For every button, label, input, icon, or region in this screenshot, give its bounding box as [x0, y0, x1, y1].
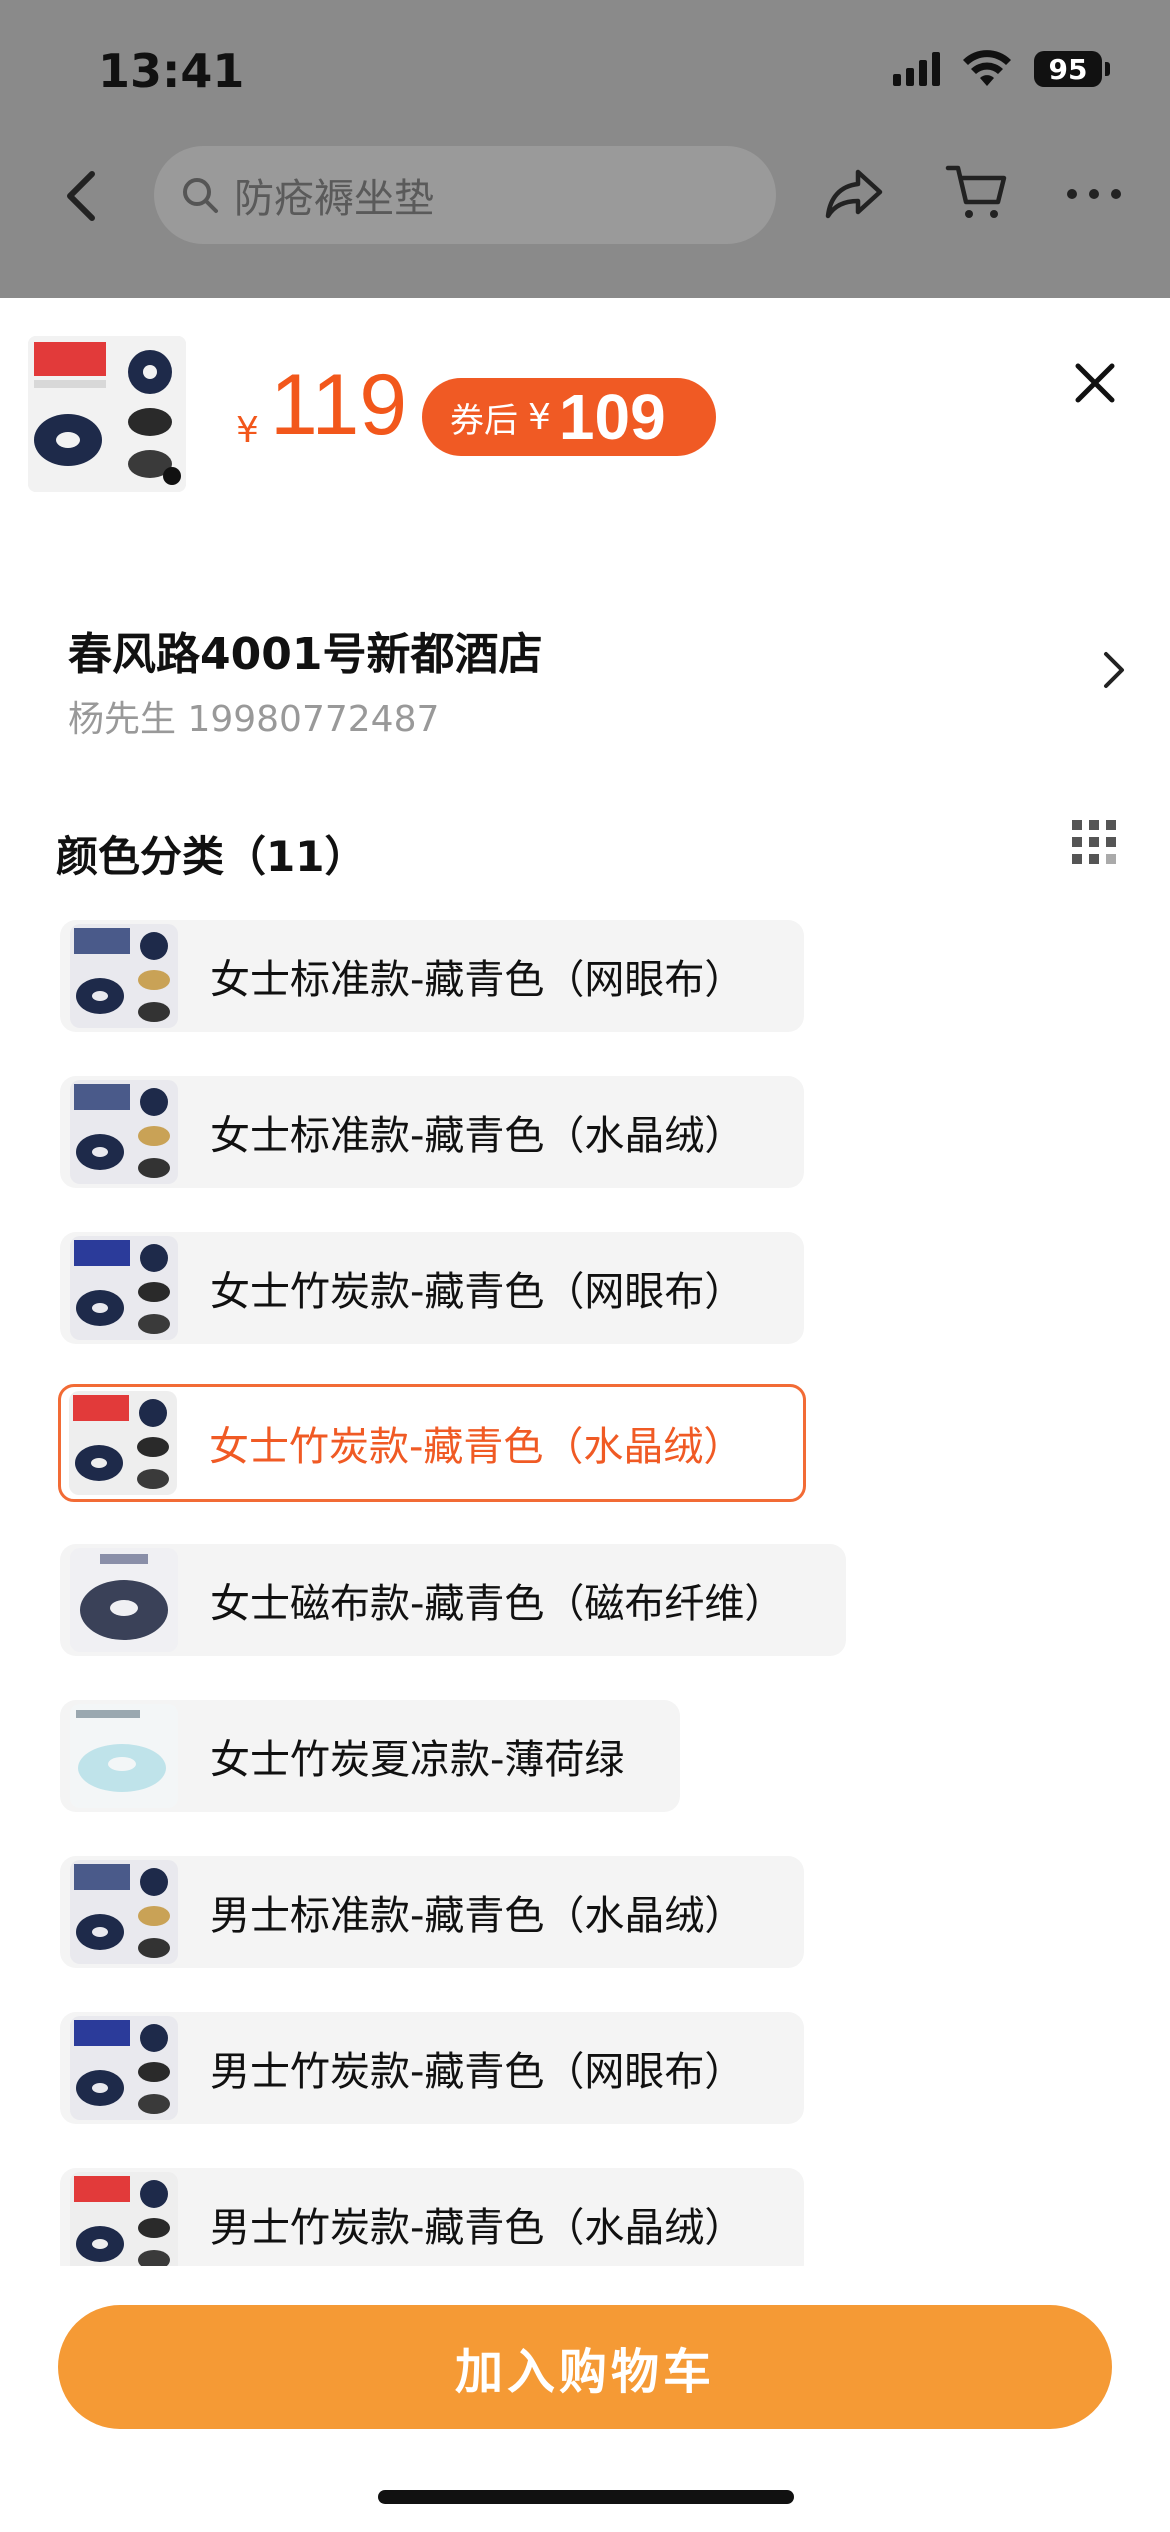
- nav-bar: 防疮褥坐垫: [0, 140, 1170, 250]
- coupon-price-badge: 券后 ¥ 109: [422, 378, 716, 456]
- product-thumbnail[interactable]: [28, 336, 186, 492]
- option-thumbnail: [70, 1704, 178, 1808]
- option-thumbnail: [70, 1548, 178, 1652]
- contact-line: 杨先生 19980772487: [68, 699, 440, 740]
- background-page: 13:41 95 防疮褥坐垫: [0, 0, 1170, 310]
- home-indicator: [378, 2490, 794, 2504]
- option-women-standard-crystal[interactable]: 女士标准款-藏青色（水晶绒）: [60, 1076, 804, 1188]
- status-time: 13:41: [98, 44, 245, 98]
- option-thumbnail: [70, 1236, 178, 1340]
- address-line: 春风路4001号新都酒店: [68, 629, 543, 680]
- option-men-bamboo-crystal[interactable]: 男士竹炭款-藏青色（水晶绒）: [60, 2168, 804, 2266]
- close-icon[interactable]: [1072, 360, 1118, 406]
- option-label: 女士竹炭款-藏青色（网眼布）: [210, 1269, 745, 1315]
- grid-view-icon[interactable]: [1070, 818, 1118, 866]
- option-thumbnail: [70, 1080, 178, 1184]
- option-label: 男士竹炭款-藏青色（网眼布）: [210, 2049, 745, 2095]
- cellular-signal-icon: [893, 52, 940, 86]
- option-label: 男士竹炭款-藏青色（水晶绒）: [210, 2205, 745, 2251]
- back-arrow-icon[interactable]: [56, 164, 106, 228]
- option-men-bamboo-mesh[interactable]: 男士竹炭款-藏青色（网眼布）: [60, 2012, 804, 2124]
- status-icons: 95: [893, 50, 1110, 88]
- search-input[interactable]: 防疮褥坐垫: [154, 146, 776, 244]
- sku-selector-sheet: ¥ 119 券后 ¥ 109 春风路4001号新都酒店 杨先生 19980772…: [0, 298, 1170, 2532]
- add-to-cart-button[interactable]: 加入购物车: [58, 2305, 1112, 2429]
- option-women-standard-mesh[interactable]: 女士标准款-藏青色（网眼布）: [60, 920, 804, 1032]
- option-label: 女士竹炭夏凉款-薄荷绿: [210, 1737, 625, 1783]
- search-placeholder: 防疮褥坐垫: [234, 176, 434, 222]
- option-label: 女士磁布款-藏青色（磁布纤维）: [210, 1581, 785, 1627]
- coupon-currency: ¥: [528, 396, 551, 438]
- option-women-bamboo-mesh[interactable]: 女士竹炭款-藏青色（网眼布）: [60, 1232, 804, 1344]
- option-thumbnail: [70, 2016, 178, 2120]
- option-label: 女士标准款-藏青色（水晶绒）: [210, 1113, 745, 1159]
- more-icon[interactable]: [1064, 184, 1124, 204]
- option-label: 男士标准款-藏青色（水晶绒）: [210, 1893, 745, 1939]
- coupon-price: 109: [558, 381, 666, 453]
- color-category-title: 颜色分类（11）: [56, 832, 367, 881]
- shipping-address-row[interactable]: 春风路4001号新都酒店 杨先生 19980772487: [0, 598, 1170, 740]
- option-label: 女士竹炭款-藏青色（水晶绒）: [209, 1424, 744, 1470]
- price-value: 119: [270, 357, 408, 453]
- option-men-standard-crystal[interactable]: 男士标准款-藏青色（水晶绒）: [60, 1856, 804, 1968]
- wifi-icon: [963, 50, 1011, 86]
- status-bar: 13:41 95: [0, 0, 1170, 140]
- option-thumbnail: [70, 1860, 178, 1964]
- option-label: 女士标准款-藏青色（网眼布）: [210, 957, 745, 1003]
- battery-icon: 95: [1034, 51, 1110, 87]
- coupon-label: 券后: [450, 400, 518, 441]
- search-icon: [183, 178, 218, 213]
- option-thumbnail: [69, 1391, 177, 1495]
- option-thumbnail: [70, 2172, 178, 2266]
- option-women-magnetic[interactable]: 女士磁布款-藏青色（磁布纤维）: [60, 1544, 846, 1656]
- option-women-bamboo-summer-mint[interactable]: 女士竹炭夏凉款-薄荷绿: [60, 1700, 680, 1812]
- share-icon[interactable]: [822, 162, 886, 226]
- option-thumbnail: [70, 924, 178, 1028]
- price-currency: ¥: [236, 410, 259, 451]
- option-women-bamboo-crystal-selected[interactable]: 女士竹炭款-藏青色（水晶绒）: [58, 1384, 806, 1502]
- cart-icon[interactable]: [944, 158, 1010, 224]
- battery-level: 95: [1034, 51, 1102, 87]
- color-option-list: 女士标准款-藏青色（网眼布） 女士标准款-藏青色（水晶绒） 女士竹炭款-藏青色（…: [0, 920, 1170, 2266]
- chevron-right-icon: [1104, 652, 1124, 688]
